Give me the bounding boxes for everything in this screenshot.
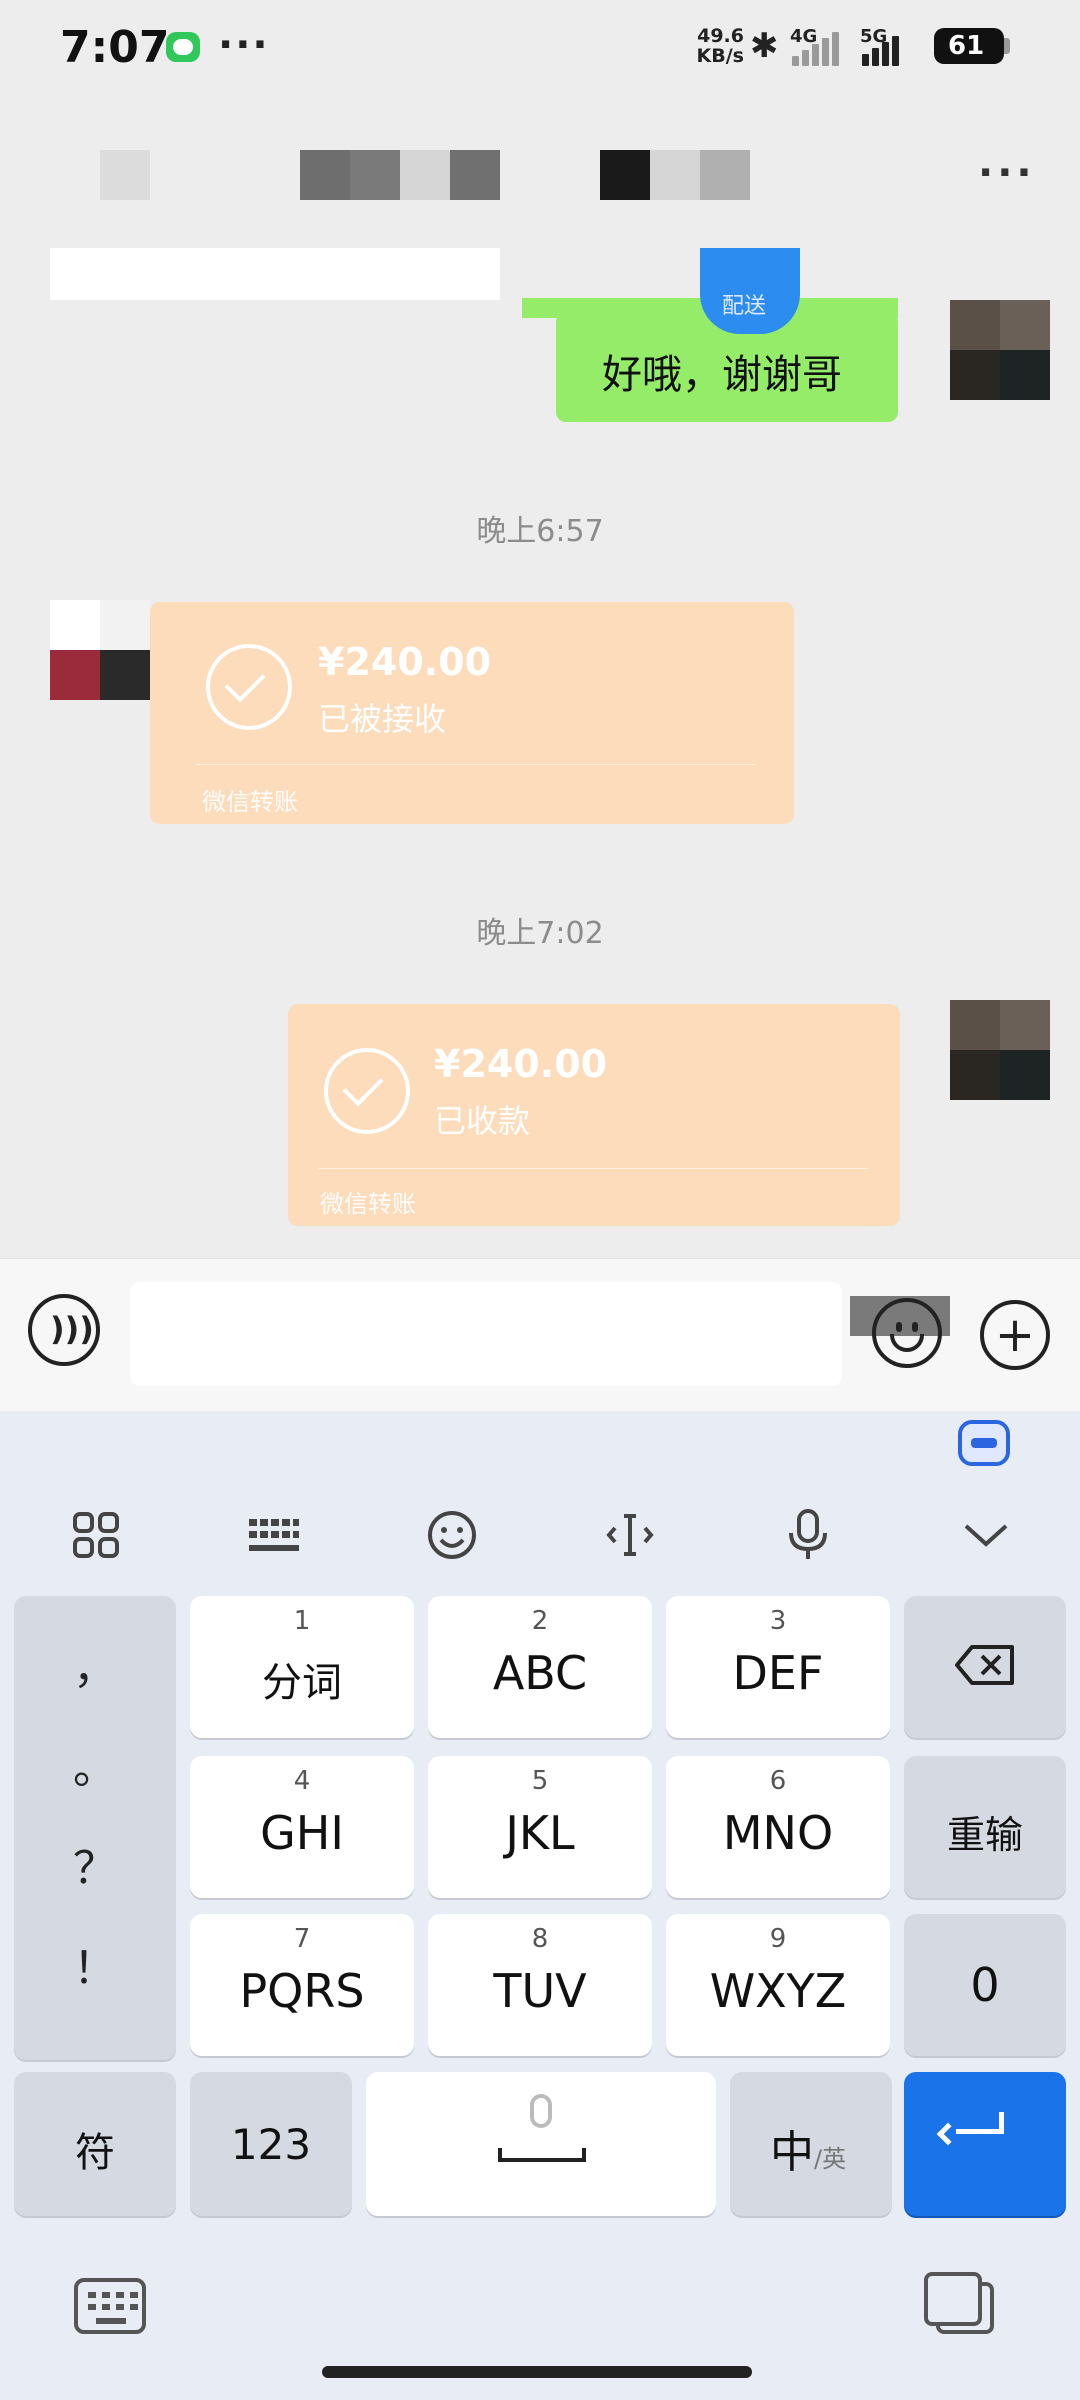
language-main: 中 xyxy=(770,2127,814,2178)
transfer-label: 微信转账 xyxy=(202,788,298,816)
key-1[interactable]: 1 分词 xyxy=(190,1596,414,1738)
more-notifications-icon: ··· xyxy=(218,22,270,68)
backspace-key[interactable] xyxy=(904,1596,1066,1738)
assistant-robot-icon[interactable] xyxy=(958,1420,1010,1466)
clipboard-icon[interactable] xyxy=(924,2272,994,2334)
space-mic-icon xyxy=(530,2094,552,2128)
delivery-badge-text: 配送 xyxy=(722,294,767,319)
punct-period[interactable]: 。 xyxy=(14,1732,176,1796)
punctuation-column[interactable]: ， 。 ？ ！ xyxy=(14,1596,176,2060)
message-app-icon xyxy=(166,32,200,62)
bluetooth-icon: ✱ xyxy=(750,26,779,66)
chat-more-button[interactable]: ··· xyxy=(978,150,1036,196)
battery-indicator: 61 xyxy=(934,28,1010,64)
key-9[interactable]: 9 WXYZ xyxy=(666,1914,890,2056)
mic-icon[interactable] xyxy=(768,1500,848,1570)
punct-exclaim[interactable]: ！ xyxy=(14,1932,176,1996)
transfer-divider xyxy=(196,764,756,765)
my-avatar[interactable] xyxy=(950,1000,1050,1100)
voice-icon: ))) xyxy=(50,1310,94,1348)
transfer-amount: ¥240.00 xyxy=(434,1042,608,1086)
signal-4g-icon xyxy=(792,28,839,66)
received-message-obscured xyxy=(50,248,500,300)
voice-input-button[interactable]: ))) xyxy=(28,1294,100,1366)
transfer-card-sent[interactable]: ¥240.00 已收款 微信转账 xyxy=(288,1004,900,1226)
numbers-key[interactable]: 123 xyxy=(190,2072,352,2216)
punct-question[interactable]: ？ xyxy=(14,1832,176,1896)
transfer-label: 微信转账 xyxy=(320,1190,416,1218)
delivery-badge: 配送 xyxy=(700,248,800,334)
punct-comma[interactable]: ， xyxy=(14,1632,176,1696)
message-input[interactable] xyxy=(130,1282,842,1386)
symbol-key[interactable]: 符 xyxy=(14,2072,176,2216)
network-speed-value: 49.6 xyxy=(697,25,744,47)
sent-text: 好哦，谢谢哥 xyxy=(602,352,842,398)
chevron-down-icon[interactable] xyxy=(946,1500,1026,1570)
key-5[interactable]: 5 JKL xyxy=(428,1756,652,1898)
key-6[interactable]: 6 MNO xyxy=(666,1756,890,1898)
language-alt: /英 xyxy=(814,2145,847,2173)
signal-5g-icon xyxy=(862,28,899,66)
my-avatar[interactable] xyxy=(950,300,1050,400)
check-circle-icon xyxy=(324,1048,410,1134)
transfer-amount: ¥240.00 xyxy=(318,640,492,684)
emoji-button[interactable] xyxy=(872,1298,942,1368)
key-8[interactable]: 8 TUV xyxy=(428,1914,652,2056)
reenter-key[interactable]: 重输 xyxy=(904,1756,1066,1898)
more-actions-button[interactable]: + xyxy=(980,1300,1050,1370)
home-indicator[interactable] xyxy=(322,2366,752,2378)
network-speed-unit: KB/s xyxy=(696,45,744,67)
transfer-status: 已被接收 xyxy=(318,700,447,738)
enter-arrow-icon xyxy=(956,2112,1004,2134)
grid-icon[interactable] xyxy=(56,1500,136,1570)
switch-keyboard-icon[interactable] xyxy=(74,2278,146,2334)
enter-key[interactable] xyxy=(904,2072,1066,2216)
language-switch-key[interactable]: 中/英 xyxy=(730,2072,892,2216)
space-bar-icon xyxy=(498,2148,586,2162)
emoji-icon[interactable] xyxy=(412,1500,492,1570)
space-key[interactable] xyxy=(366,2072,716,2216)
network-speed: 49.6 KB/s xyxy=(690,26,744,66)
status-time: 7:07 xyxy=(60,22,170,73)
key-2[interactable]: 2 ABC xyxy=(428,1596,652,1738)
message-timestamp: 晚上7:02 xyxy=(476,916,604,951)
transfer-status: 已收款 xyxy=(434,1102,531,1140)
transfer-divider xyxy=(318,1168,868,1169)
cursor-icon[interactable] xyxy=(590,1500,670,1570)
contact-avatar[interactable] xyxy=(50,600,150,700)
key-3[interactable]: 3 DEF xyxy=(666,1596,890,1738)
keyboard-icon[interactable] xyxy=(234,1500,314,1570)
transfer-card-received[interactable]: ¥240.00 已被接收 微信转账 xyxy=(150,602,794,824)
key-0[interactable]: 0 xyxy=(904,1914,1066,2056)
key-7[interactable]: 7 PQRS xyxy=(190,1914,414,2056)
message-timestamp: 晚上6:57 xyxy=(476,514,604,549)
check-circle-icon xyxy=(206,644,292,730)
key-4[interactable]: 4 GHI xyxy=(190,1756,414,1898)
